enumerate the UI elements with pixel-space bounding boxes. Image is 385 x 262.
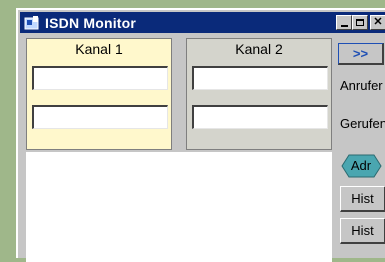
hist-button-1-label: Hist (351, 191, 374, 206)
kanal-2-header[interactable]: Kanal 2 (187, 39, 331, 61)
kanal-1-header[interactable]: Kanal 1 (27, 39, 171, 61)
adr-button[interactable]: Adr (340, 154, 382, 178)
minimize-icon (340, 24, 348, 27)
close-button[interactable]: ✕ (370, 15, 385, 30)
adr-button-label: Adr (350, 158, 372, 173)
isdn-monitor-window: ISDN Monitor ✕ Kanal 1 Kanal 2 >> Anrufe… (16, 8, 385, 262)
call-log-area[interactable] (26, 152, 332, 262)
window-title: ISDN Monitor (45, 14, 137, 31)
isdn-app-icon (24, 15, 40, 31)
gerufen-label: Gerufen (340, 116, 385, 131)
hist-button-2-label: Hist (351, 223, 374, 238)
anrufer-label: Anrufer (340, 78, 383, 93)
hist-button-2[interactable]: Hist (340, 218, 385, 244)
maximize-button[interactable] (352, 15, 368, 30)
minimize-button[interactable] (336, 15, 352, 30)
close-icon: ✕ (373, 16, 383, 28)
kanal-2-called-field[interactable] (192, 105, 328, 129)
kanal-2-panel: Kanal 2 (186, 38, 332, 150)
kanal-1-called-field[interactable] (32, 105, 168, 129)
title-bar[interactable]: ISDN Monitor ✕ (20, 12, 385, 33)
kanal-2-caller-field[interactable] (192, 66, 328, 90)
expand-button[interactable]: >> (338, 43, 384, 65)
kanal-1-caller-field[interactable] (32, 66, 168, 90)
kanal-1-panel: Kanal 1 (26, 38, 172, 150)
maximize-icon (356, 19, 364, 26)
hist-button-1[interactable]: Hist (340, 186, 385, 212)
